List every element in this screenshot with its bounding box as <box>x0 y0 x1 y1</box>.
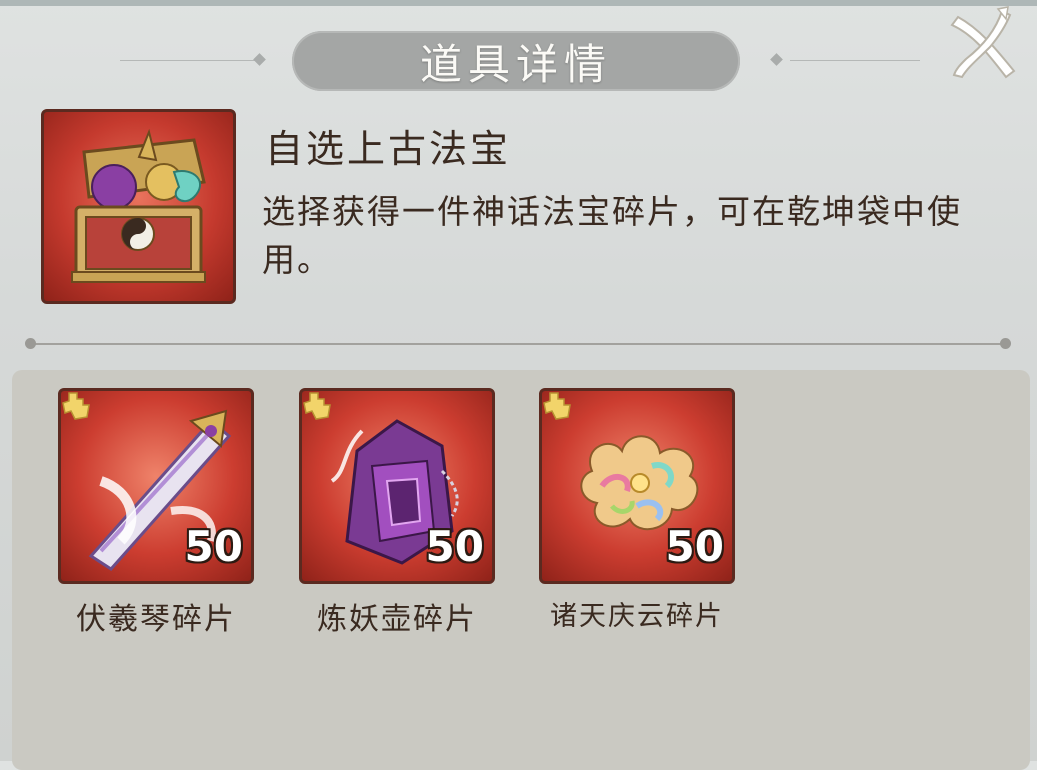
section-divider <box>30 343 1007 345</box>
divider-dot-left <box>25 338 36 349</box>
reward-name: 伏羲琴碎片 <box>76 602 236 637</box>
header-diamond-left <box>253 53 266 66</box>
reward-name: 诸天庆云碎片 <box>550 601 724 632</box>
dialog-title: 道具详情 <box>419 39 612 89</box>
fragment-icon <box>62 392 90 420</box>
item-name: 自选上古法宝 <box>265 127 512 171</box>
top-border <box>0 0 1037 6</box>
close-button[interactable] <box>944 5 1024 85</box>
reward-option-2[interactable]: 50 炼妖壶碎片 <box>299 388 495 638</box>
reward-count: 50 <box>665 522 724 571</box>
treasure-chest-icon <box>71 128 206 283</box>
reward-card[interactable]: 50 <box>299 388 495 584</box>
reward-option-1[interactable]: 50 伏羲琴碎片 <box>58 388 254 638</box>
reward-card[interactable]: 50 <box>58 388 254 584</box>
reward-card[interactable]: 50 <box>539 388 735 584</box>
item-description: 选择获得一件神话法宝碎片，可在乾坤袋中使用。 <box>262 192 962 279</box>
header-line-right <box>790 60 920 61</box>
fragment-icon <box>543 392 571 420</box>
reward-count: 50 <box>425 522 484 571</box>
reward-option-3[interactable]: 50 诸天庆云碎片 <box>539 388 735 633</box>
close-x-icon <box>950 6 1016 79</box>
header-diamond-right <box>770 53 783 66</box>
dialog-title-bar: 道具详情 <box>292 31 740 91</box>
divider-dot-right <box>1000 338 1011 349</box>
header-line-left <box>120 60 255 61</box>
reward-count: 50 <box>184 522 243 571</box>
item-icon-frame <box>41 109 236 304</box>
fragment-icon <box>303 392 331 420</box>
reward-name: 炼妖壶碎片 <box>317 602 477 637</box>
